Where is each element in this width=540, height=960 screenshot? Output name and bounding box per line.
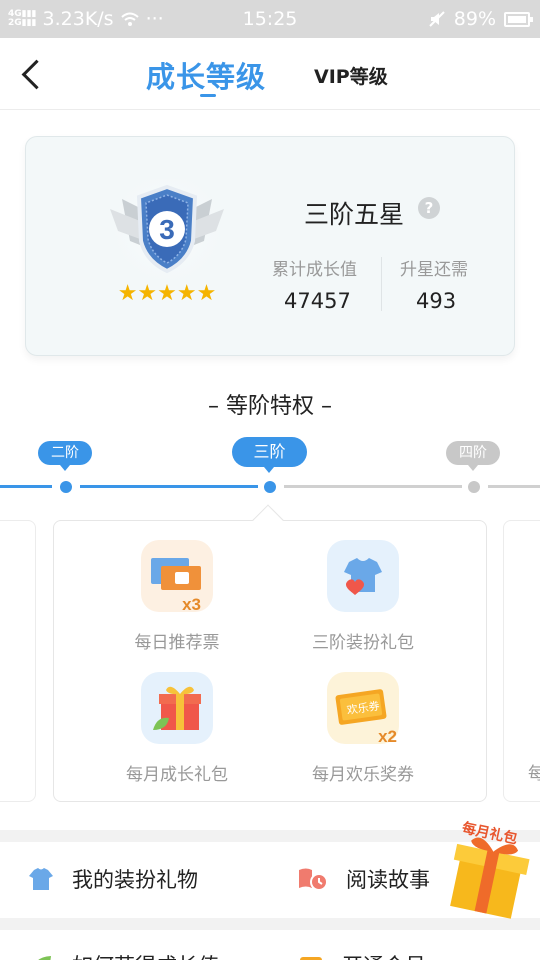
gift-box-icon [141,672,213,744]
timeline-dot-2 [60,481,72,493]
level-name: 三阶五星 [304,200,405,229]
battery-icon [504,11,533,27]
stat-divider [381,257,382,311]
perk-daily-ticket[interactable]: x3 每日推荐票 [87,540,267,653]
my-outfit-gifts[interactable]: 我的装扮礼物 [28,864,198,894]
timeline-line [488,485,540,488]
back-button[interactable] [18,56,48,92]
perk-label: 三阶装扮礼包 [312,633,414,653]
next-card-label: 每 [528,764,540,784]
row-label: 如何获得成长值 [72,950,219,960]
accumulated-growth-value: 47457 [284,289,351,313]
perk-outfit-pack[interactable]: 三阶装扮礼包 [273,540,453,653]
tab-growth-level[interactable]: 成长等级 [146,54,266,96]
timeline-dot-4 [468,481,480,493]
badge-number: 3 [159,214,175,245]
upgrade-needed-label: 升星还需 [400,260,468,280]
open-membership[interactable]: 开通会员 [298,950,426,960]
accumulated-growth-label: 累计成长值 [272,260,357,280]
row-label: 我的装扮礼物 [72,868,198,892]
row-label: 阅读故事 [346,868,430,892]
member-icon [300,957,322,960]
tier-pill-2[interactable]: 二阶 [38,441,92,465]
battery-percent: 89% [453,8,496,30]
level-badge-icon: 3 ★★★★★ [105,179,229,306]
timeline-line [284,485,462,488]
tshirt-icon [29,868,53,890]
monthly-gift-icon[interactable]: 每月礼包 [432,812,540,922]
book-clock-icon [299,868,328,891]
next-tier-card[interactable]: 每 [503,520,540,802]
active-tab-indicator [200,94,216,97]
tier-pill-3-tail [264,467,274,473]
monthly-gift-label: 每月礼包 [461,819,519,847]
prev-tier-card[interactable] [0,520,36,802]
perk-monthly-gift[interactable]: 每月成长礼包 [87,672,267,785]
timeline-dot-3 [264,481,276,493]
ticket-icon: x3 [141,540,213,614]
tier-pill-4[interactable]: 四阶 [446,441,500,465]
row-label: 开通会员 [342,950,426,960]
tier-pill-2-tail [60,465,70,471]
perk-badge: x3 [182,595,201,612]
perk-label: 每日推荐票 [134,633,220,653]
tier-pill-3[interactable]: 三阶 [232,437,307,467]
star-rating: ★★★★★ [118,281,217,306]
header: 成长等级 VIP等级 [0,38,540,110]
coupon-icon: 欢乐券 x2 [327,672,399,746]
tshirt-heart-icon [327,540,399,612]
reading-story[interactable]: 阅读故事 [298,864,430,894]
timeline-line [0,485,52,488]
timeline-line [80,485,258,488]
privileges-title: – 等阶特权 – [208,394,332,419]
upgrade-needed-value: 493 [416,289,457,313]
how-to-earn-growth[interactable]: 如何获得成长值 [28,950,219,960]
tab-vip-level[interactable]: VIP等级 [314,62,388,89]
perk-label: 每月成长礼包 [126,765,228,785]
perk-badge: x2 [378,727,397,744]
leaf-icon [38,956,51,960]
perk-monthly-coupon[interactable]: 欢乐券 x2 每月欢乐奖券 [273,672,453,785]
level-card: 3 ★★★★★ 三阶五星 ? 累计成长值 47457 升星还需 493 [25,136,515,356]
mute-icon [429,11,445,27]
status-bar: 4G▮▮▮ 2G▮▮▮ 3.23K/s ··· 15:25 89% [0,0,540,38]
help-icon[interactable]: ? [418,197,440,219]
tier-pill-4-tail [468,465,478,471]
perk-label: 每月欢乐奖券 [312,765,414,785]
